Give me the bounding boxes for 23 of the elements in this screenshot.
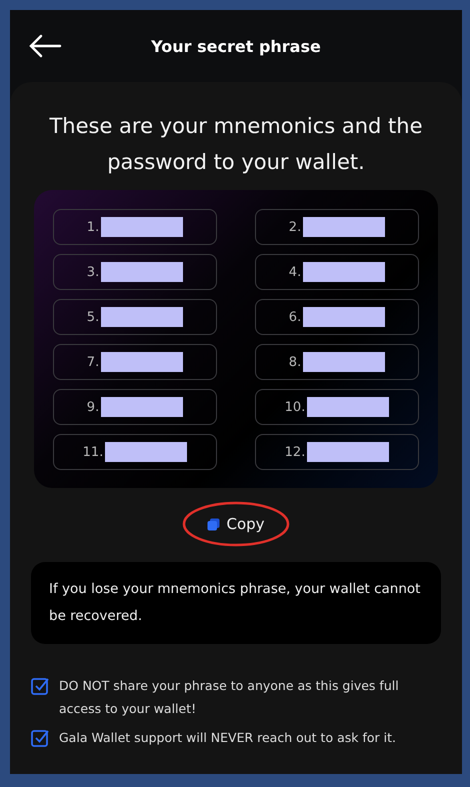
- word-number: 7.: [86, 354, 100, 370]
- copy-icon: [207, 518, 220, 530]
- word-number: 12.: [284, 444, 306, 460]
- heading: These are your mnemonics and the password to your wallet.: [48, 113, 424, 176]
- checklist-text: DO NOT share your phrase to anyone as this gives full access to your wallet!: [59, 677, 400, 718]
- back-button[interactable]: [28, 34, 62, 58]
- word-number: 4.: [288, 264, 302, 280]
- word-number: 11.: [82, 444, 104, 460]
- checklist-text: Gala Wallet support will NEVER reach out to ask for it.: [59, 729, 396, 747]
- word-number: 3.: [86, 264, 100, 280]
- copy-button[interactable]: Copy: [207, 515, 265, 533]
- back-arrow-icon: [28, 34, 62, 58]
- warning-message: If you lose your mnemonics phrase, your wallet cannot be recovered.: [31, 562, 441, 644]
- word-number: 8.: [288, 354, 302, 370]
- word-number: 5.: [86, 310, 100, 324]
- word-number: 9.: [86, 400, 100, 414]
- word-number: 2.: [288, 220, 302, 234]
- word-number: 10.: [284, 400, 306, 414]
- checked-checkbox[interactable]: [31, 677, 49, 695]
- word-number: 6.: [288, 310, 302, 324]
- checked-checkbox[interactable]: [31, 729, 49, 747]
- word-number: 1.: [86, 220, 100, 234]
- page-title: Your secret phrase: [151, 36, 321, 56]
